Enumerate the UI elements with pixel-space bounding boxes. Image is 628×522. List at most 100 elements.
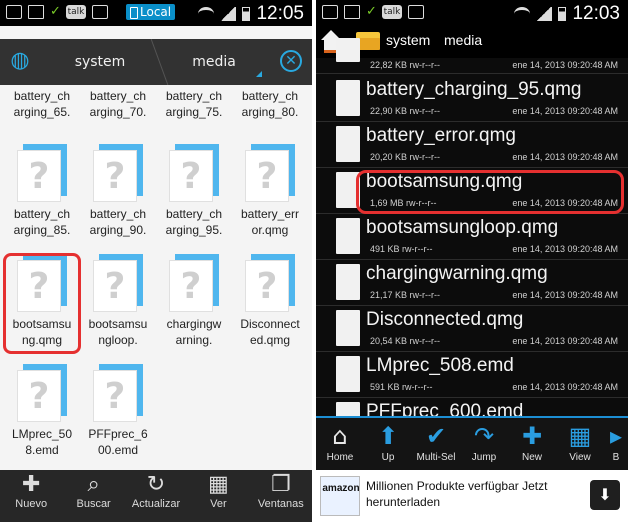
breadcrumb-media[interactable]: media — [162, 39, 266, 85]
file-label: chargingw arning. — [166, 317, 222, 347]
windows-icon: ❐ — [270, 472, 291, 497]
file-date: ene 14, 2013 09:20:48 AM — [512, 60, 618, 70]
file-row[interactable]: Disconnected.qmg 20,54 KB rw-r--r-- ene … — [316, 306, 628, 352]
grid-view-icon: ▦ — [208, 472, 229, 497]
file-label: bootsamsu ngloop. — [88, 317, 148, 347]
plus-icon: ✚ — [21, 472, 41, 497]
file-meta: 21,17 KB rw-r--r-- — [370, 290, 441, 300]
view-label: View — [569, 452, 591, 463]
file-row[interactable]: chargingwarning.qmg 21,17 KB rw-r--r-- e… — [316, 260, 628, 306]
grid-file-item[interactable]: ? battery_ch arging_90. — [80, 144, 156, 238]
multi-select-label: Multi-Sel — [416, 452, 456, 463]
grid-file-item[interactable]: ? battery_ch arging_85. — [4, 144, 80, 238]
new-button[interactable]: ✚ Nuevo — [0, 470, 62, 522]
file-label: battery_ch arging_65. — [13, 89, 71, 119]
file-row[interactable]: battery_charging_95.qmg 22,90 KB rw-r--r… — [316, 76, 628, 122]
status-bar: ✓ talk Local 12:05 — [0, 0, 312, 26]
file-row[interactable]: bootsamsungloop.qmg 491 KB rw-r--r-- ene… — [316, 214, 628, 260]
file-meta: 20,20 KB rw-r--r-- — [370, 152, 441, 162]
windows-button[interactable]: ❐ Ventanas — [250, 470, 312, 522]
file-label: battery_ch arging_95. — [165, 207, 223, 237]
jump-label: Jump — [471, 452, 497, 463]
close-icon[interactable]: ✕ — [280, 50, 302, 72]
grid-file-item[interactable]: battery_ch arging_75. — [156, 88, 232, 120]
grid-file-item[interactable]: battery_ch arging_70. — [80, 88, 156, 120]
file-label: battery_ch arging_70. — [89, 89, 147, 119]
file-meta: 591 KB rw-r--r-- — [370, 382, 433, 392]
path-bar: ◍ system media ✕ — [0, 39, 312, 85]
home-icon: ⌂ — [332, 422, 348, 450]
globe-device-icon[interactable]: ◍ — [4, 45, 36, 77]
status-right: 12:05 — [198, 3, 304, 25]
file-row[interactable]: LMprec_508.emd 591 KB rw-r--r-- ene 14, … — [316, 352, 628, 398]
local-badge: Local — [126, 4, 176, 20]
notification-icons: ✓ talk — [6, 5, 108, 19]
jump-arrow-icon: ↷ — [473, 422, 495, 450]
grid-file-item[interactable]: ? LMprec_50 8.emd — [4, 364, 80, 458]
up-arrow-icon: ⬆ — [377, 422, 399, 450]
unknown-file-icon: ? — [245, 254, 295, 312]
signal-icon — [220, 7, 237, 21]
amazon-logo: amazon — [320, 476, 360, 516]
view-label: Ver — [210, 498, 227, 510]
home-button[interactable]: ⌂ Home — [316, 418, 364, 470]
file-label: Disconnect ed.qmg — [240, 317, 300, 347]
right-screenshot: ✓ talk 12:03 system media 22,82 KB rw-r-… — [316, 0, 628, 522]
file-name: bootsamsungloop.qmg — [366, 217, 559, 238]
search-button[interactable]: ⌕ Buscar — [62, 470, 124, 522]
bottom-toolbar: ✚ Nuevo ⌕ Buscar ↻ Actualizar ▦ Ver ❐ Ve… — [0, 470, 312, 522]
grid-file-item[interactable]: ? chargingw arning. — [156, 254, 232, 348]
download-icon[interactable]: ⬇ — [590, 480, 620, 510]
up-label: Up — [381, 452, 395, 463]
view-button[interactable]: ▦ View — [556, 418, 604, 470]
file-icon — [336, 126, 360, 162]
red-highlight-circle — [3, 253, 81, 354]
grid-file-item[interactable]: battery_ch arging_80. — [232, 88, 308, 120]
mail-icon — [344, 5, 360, 19]
battery-icon — [242, 7, 251, 21]
file-date: ene 14, 2013 09:20:48 AM — [512, 152, 618, 162]
ad-banner[interactable]: amazon Millionen Produkte verfügbar Jetz… — [316, 470, 628, 522]
unknown-file-icon: ? — [169, 144, 219, 202]
file-meta: 22,90 KB rw-r--r-- — [370, 106, 441, 116]
ad-brand: amazon — [322, 483, 360, 494]
file-name: Disconnected.qmg — [366, 309, 524, 330]
file-row[interactable]: 22,82 KB rw-r--r-- ene 14, 2013 09:20:48… — [316, 38, 628, 74]
new-label: New — [521, 452, 542, 463]
talk-icon: talk — [382, 5, 402, 19]
file-icon — [336, 356, 360, 392]
up-button[interactable]: ⬆ Up — [364, 418, 412, 470]
calendar-icon — [92, 5, 108, 19]
jump-button[interactable]: ↷ Jump — [460, 418, 508, 470]
status-right: 12:03 — [514, 3, 620, 25]
grid-file-item[interactable]: ? bootsamsu ngloop. — [80, 254, 156, 348]
signal-icon — [536, 7, 553, 21]
file-row[interactable]: battery_error.qmg 20,20 KB rw-r--r-- ene… — [316, 122, 628, 168]
search-icon: ⌕ — [87, 472, 100, 497]
notification-icons: ✓ talk — [322, 5, 424, 19]
breadcrumb-system[interactable]: system — [46, 39, 154, 85]
more-label: B — [612, 452, 620, 463]
mail-icon — [28, 5, 44, 19]
unknown-file-icon: ? — [17, 144, 67, 202]
more-button[interactable]: ▸ B — [604, 418, 628, 470]
grid-file-item[interactable]: battery_ch arging_65. — [4, 88, 80, 120]
multi-select-button[interactable]: ✔ Multi-Sel — [412, 418, 460, 470]
new-button[interactable]: ✚ New — [508, 418, 556, 470]
wifi-icon — [514, 7, 531, 21]
grid-file-item[interactable]: ? battery_ch arging_95. — [156, 144, 232, 238]
view-button[interactable]: ▦ Ver — [187, 470, 249, 522]
new-label: Nuevo — [15, 498, 48, 510]
grid-file-item[interactable]: ? Disconnect ed.qmg — [232, 254, 308, 348]
file-date: ene 14, 2013 09:20:48 AM — [512, 290, 618, 300]
grid-file-item[interactable]: ? PFFprec_6 00.emd — [80, 364, 156, 458]
bottom-toolbar: ⌂ Home ⬆ Up ✔ Multi-Sel ↷ Jump ✚ New ▦ V… — [316, 418, 628, 470]
file-icon — [336, 310, 360, 346]
file-icon — [336, 218, 360, 254]
grid-file-item[interactable]: ? battery_err or.qmg — [232, 144, 308, 238]
unknown-file-icon: ? — [93, 254, 143, 312]
refresh-icon: ↻ — [146, 472, 166, 497]
file-row[interactable]: PFFprec_600.emd — [316, 398, 628, 422]
refresh-button[interactable]: ↻ Actualizar — [125, 470, 187, 522]
talk-icon: talk — [66, 5, 86, 19]
